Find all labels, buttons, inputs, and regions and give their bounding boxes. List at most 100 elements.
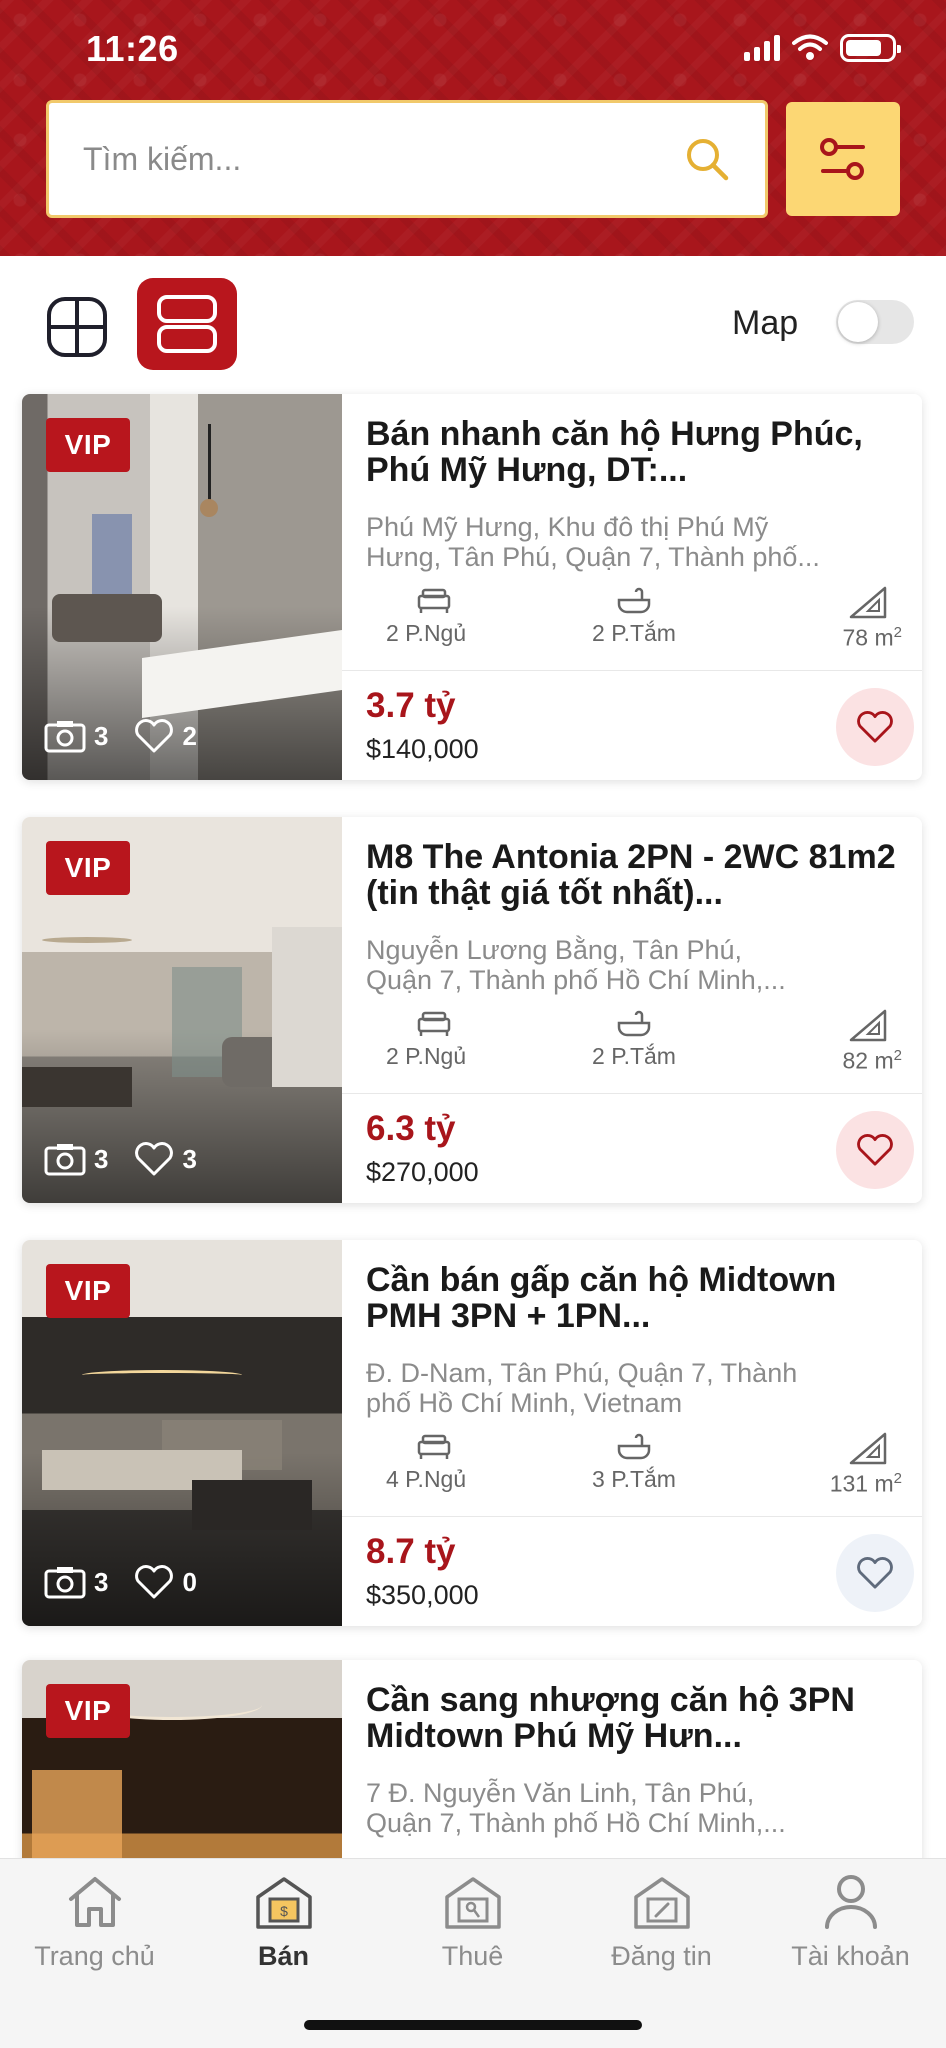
photo-stats: 3 2 bbox=[44, 718, 215, 754]
bathtub-icon bbox=[617, 1010, 651, 1037]
heart-icon bbox=[857, 1557, 893, 1589]
address-line: Nguyễn Lương Bằng, Tân Phú, bbox=[366, 935, 743, 965]
listing-card[interactable]: VIP 3 3 M8 The Antonia 2PN - 2WC 81m2 (t… bbox=[22, 817, 922, 1203]
heart-icon bbox=[857, 711, 893, 743]
search-box[interactable] bbox=[46, 100, 768, 218]
heart-outline-icon bbox=[135, 719, 174, 753]
list-view-button[interactable] bbox=[137, 278, 237, 370]
list-view-icon bbox=[157, 295, 217, 353]
nav-item-rent[interactable]: Thuê bbox=[378, 1869, 567, 1972]
heart-outline-icon bbox=[135, 1142, 174, 1176]
listing-card[interactable]: VIP 3 0 Cần bán gấp căn hộ Midtown PMH 3… bbox=[22, 1240, 922, 1626]
photo-count: 3 bbox=[94, 1566, 109, 1597]
address-line: Đ. D-Nam, Tân Phú, Quận 7, Thành bbox=[366, 1358, 798, 1388]
svg-text:$: $ bbox=[280, 1903, 288, 1919]
status-icons bbox=[744, 34, 901, 62]
feature-bathrooms: 3 P.Tắm bbox=[559, 1432, 709, 1502]
bedroom-count: 4 P.Ngủ bbox=[386, 1466, 467, 1492]
nav-label: Tài khoản bbox=[791, 1941, 910, 1971]
bedroom-count: 2 P.Ngủ bbox=[386, 1043, 467, 1069]
post-icon bbox=[633, 1877, 690, 1929]
feature-area: 78 m2 bbox=[752, 586, 902, 656]
map-label: Map bbox=[732, 304, 799, 342]
search-input[interactable] bbox=[83, 140, 683, 178]
price-usd: $350,000 bbox=[366, 1580, 479, 1610]
listing-photo[interactable]: VIP 3 3 bbox=[22, 817, 342, 1203]
nav-item-sell[interactable]: $ Bán bbox=[189, 1869, 378, 1972]
wifi-icon bbox=[792, 34, 828, 60]
nav-item-post[interactable]: Đăng tin bbox=[567, 1869, 756, 1972]
photo-count: 3 bbox=[94, 1143, 109, 1174]
rent-icon bbox=[444, 1877, 501, 1929]
listing-info: Bán nhanh căn hộ Hưng Phúc, Phú Mỹ Hưng,… bbox=[342, 394, 922, 780]
bathtub-icon bbox=[617, 1433, 651, 1460]
listing-title[interactable]: Cần sang nhượng căn hộ 3PN Midtown Phú M… bbox=[366, 1682, 902, 1766]
map-toggle[interactable] bbox=[836, 300, 914, 344]
area-number: 131 m bbox=[829, 1470, 894, 1497]
listing-features: 2 P.Ngủ 2 P.Tắm 78 m2 bbox=[366, 586, 902, 656]
feature-bedrooms: 2 P.Ngủ bbox=[366, 586, 516, 656]
filter-button[interactable] bbox=[786, 102, 900, 216]
feature-bedrooms: 2 P.Ngủ bbox=[366, 1009, 516, 1079]
listing-info: Cần bán gấp căn hộ Midtown PMH 3PN + 1PN… bbox=[342, 1240, 922, 1626]
feature-area: 131 m2 bbox=[752, 1432, 902, 1502]
divider bbox=[342, 670, 922, 671]
camera-icon bbox=[44, 1567, 86, 1599]
like-count: 2 bbox=[182, 720, 197, 751]
photo-stats: 3 3 bbox=[44, 1141, 215, 1177]
nav-item-account[interactable]: Tài khoản bbox=[756, 1869, 945, 1972]
listing-title[interactable]: Bán nhanh căn hộ Hưng Phúc, Phú Mỹ Hưng,… bbox=[366, 416, 902, 500]
nav-item-home[interactable]: Trang chủ bbox=[0, 1869, 189, 1972]
favorite-button[interactable] bbox=[836, 688, 914, 766]
price-vnd: 8.7 tỷ bbox=[366, 1532, 456, 1571]
area-value: 78 m2 bbox=[843, 624, 902, 652]
price-usd: $270,000 bbox=[366, 1157, 479, 1187]
signal-icon bbox=[744, 35, 780, 61]
area-value: 131 m2 bbox=[830, 1470, 902, 1498]
address-line: 7 Đ. Nguyễn Văn Linh, Tân Phú, bbox=[366, 1778, 755, 1808]
photo-stats: 3 0 bbox=[44, 1564, 215, 1600]
view-toolbar: Map bbox=[0, 256, 946, 386]
listing-address: Đ. D-Nam, Tân Phú, Quận 7, Thành phố Hồ … bbox=[366, 1358, 902, 1420]
listing-title[interactable]: Cần bán gấp căn hộ Midtown PMH 3PN + 1PN… bbox=[366, 1262, 902, 1346]
app-screen: 11:26 Tìm kiếm... Map VIP 3 2 Bán nhanh … bbox=[0, 0, 946, 2048]
listing-title[interactable]: M8 The Antonia 2PN - 2WC 81m2 (tin thật … bbox=[366, 839, 902, 923]
listing-photo[interactable]: VIP 3 2 bbox=[22, 394, 342, 780]
status-time: 11:26 bbox=[86, 28, 179, 69]
bathroom-count: 2 P.Tắm bbox=[592, 1043, 676, 1069]
bedroom-count: 2 P.Ngủ bbox=[386, 620, 467, 646]
home-icon bbox=[68, 1877, 121, 1927]
area-number: 78 m bbox=[842, 624, 894, 651]
nav-label: Thuê bbox=[441, 1941, 504, 1971]
vip-badge: VIP bbox=[46, 1684, 130, 1738]
bathroom-count: 2 P.Tắm bbox=[592, 620, 676, 646]
bed-icon bbox=[417, 588, 451, 613]
grid-view-icon[interactable] bbox=[46, 296, 108, 358]
feature-area: 82 m2 bbox=[752, 1009, 902, 1079]
address-line: phố Hồ Chí Minh, Vietnam bbox=[366, 1388, 683, 1418]
favorite-button[interactable] bbox=[836, 1111, 914, 1189]
price-usd: $140,000 bbox=[366, 734, 479, 764]
nav-label: Bán bbox=[257, 1941, 309, 1971]
bathtub-icon bbox=[617, 587, 651, 614]
heart-outline-icon bbox=[135, 1565, 174, 1599]
camera-icon bbox=[44, 1144, 86, 1176]
area-unit-sup: 2 bbox=[893, 1047, 902, 1064]
listing-card[interactable]: VIP 3 2 Bán nhanh căn hộ Hưng Phúc, Phú … bbox=[22, 394, 922, 780]
divider bbox=[342, 1093, 922, 1094]
area-unit-sup: 2 bbox=[893, 1470, 902, 1487]
bed-icon bbox=[417, 1434, 451, 1459]
price-vnd: 3.7 tỷ bbox=[366, 686, 456, 725]
listing-address: Nguyễn Lương Bằng, Tân Phú, Quận 7, Thàn… bbox=[366, 935, 902, 997]
heart-icon bbox=[857, 1134, 893, 1166]
address-line: Phú Mỹ Hưng, Khu đô thị Phú Mỹ bbox=[366, 512, 769, 542]
camera-icon bbox=[44, 721, 86, 753]
listing-photo[interactable]: VIP 3 0 bbox=[22, 1240, 342, 1626]
search-icon[interactable] bbox=[683, 135, 731, 183]
area-value: 82 m2 bbox=[843, 1047, 902, 1075]
price-vnd: 6.3 tỷ bbox=[366, 1109, 456, 1148]
listing-info: M8 The Antonia 2PN - 2WC 81m2 (tin thật … bbox=[342, 817, 922, 1203]
vip-badge: VIP bbox=[46, 841, 130, 895]
favorite-button[interactable] bbox=[836, 1534, 914, 1612]
listing-features: 2 P.Ngủ 2 P.Tắm 82 m2 bbox=[366, 1009, 902, 1079]
